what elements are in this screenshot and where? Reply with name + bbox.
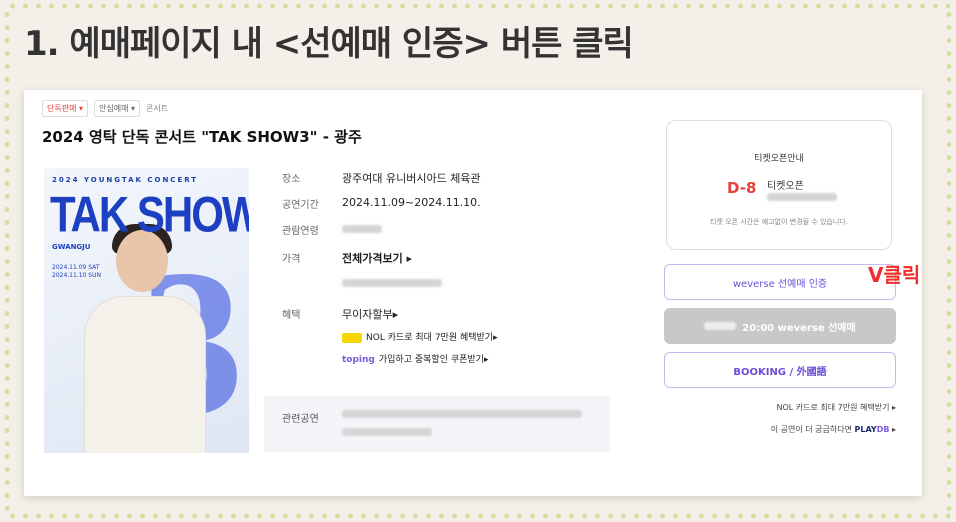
related-title-blurred[interactable] bbox=[342, 410, 582, 418]
nol-benefit-text: NOL 카드로 최대 7만원 혜택받기▸ bbox=[366, 333, 498, 343]
nol-benefit-link[interactable]: NOL 카드로 최대 7만원 혜택받기▸ bbox=[342, 330, 498, 343]
toping-text: 가입하고 중복할인 쿠폰받기▸ bbox=[378, 355, 489, 365]
benefit-label: 혜택 bbox=[282, 310, 301, 321]
breadcrumb: 단독판매 ▾ 안심예매 ▾ 콘서트 bbox=[42, 100, 168, 117]
presale-button-label: 20:00 weverse 선예매 bbox=[742, 322, 856, 334]
related-label: 관련공연 bbox=[282, 414, 319, 425]
related-date-blurred bbox=[342, 428, 432, 436]
poster-concert-text: 2024 YOUNGTAK CONCERT bbox=[52, 176, 199, 184]
dotted-border-top bbox=[6, 3, 950, 9]
weverse-presale-button[interactable]: 20:00 weverse 선예매 bbox=[664, 308, 896, 344]
playdb-logo-db: DB bbox=[876, 425, 890, 434]
related-performance-box: 관련공연 bbox=[264, 396, 610, 452]
age-value-blurred bbox=[342, 222, 382, 235]
concert-poster: 3 2024 YOUNGTAK CONCERT TAK SHOW GWANGJU… bbox=[44, 168, 249, 453]
ticket-open-header: 티켓오픈안내 bbox=[754, 154, 804, 164]
safe-booking-pill[interactable]: 안심예매 ▾ bbox=[94, 100, 140, 117]
page-title: 2024 영탁 단독 콘서트 "TAK SHOW3" - 광주 bbox=[42, 128, 362, 146]
ticket-open-notice: 티켓 오픈 시간은 예고없이 변경될 수 있습니다. bbox=[710, 218, 848, 226]
view-all-prices-link[interactable]: 전체가격보기 ▸ bbox=[342, 250, 412, 266]
nol-card-benefit-link[interactable]: NOL 카드로 최대 7만원 혜택받기 ▸ bbox=[776, 402, 896, 413]
tutorial-heading: 1. 예매페이지 내 <선예매 인증> 버튼 클릭 bbox=[24, 24, 634, 64]
venue-value[interactable]: 광주여대 유니버시아드 체육관 bbox=[342, 170, 481, 186]
ticket-open-date-blurred bbox=[767, 193, 837, 201]
poster-date-1: 2024.11.09 SAT bbox=[52, 264, 100, 271]
dotted-border-bottom bbox=[6, 513, 950, 519]
poster-city: GWANGJU bbox=[52, 243, 91, 251]
ticket-open-box: 티켓오픈안내 D-8 티켓오픈 티켓 오픈 시간은 예고없이 변경될 수 있습니… bbox=[666, 120, 892, 250]
ticket-open-label: 티켓오픈 bbox=[767, 181, 804, 192]
playdb-prefix: 이 공연이 더 궁금하다면 bbox=[770, 425, 852, 434]
price-label: 가격 bbox=[282, 254, 301, 265]
price-detail-blurred bbox=[342, 276, 442, 289]
playdb-link[interactable]: 이 공연이 더 궁금하다면 PLAYDB ▸ bbox=[771, 424, 896, 435]
dday-counter: D-8 bbox=[727, 179, 757, 197]
click-annotation: V클릭 bbox=[868, 263, 921, 287]
playdb-logo-play: PLAY bbox=[854, 425, 877, 434]
period-value: 2024.11.09~2024.11.10. bbox=[342, 196, 481, 209]
category-label[interactable]: 콘서트 bbox=[146, 103, 168, 114]
dotted-border-right bbox=[946, 8, 952, 514]
poster-title: TAK SHOW bbox=[50, 186, 249, 243]
toping-coupon-link[interactable]: toping 가입하고 중복할인 쿠폰받기▸ bbox=[342, 352, 488, 365]
dotted-border-left bbox=[4, 8, 10, 514]
toping-brand: toping bbox=[342, 355, 375, 365]
playdb-arrow: ▸ bbox=[891, 425, 896, 434]
booking-foreign-button[interactable]: BOOKING / 外國語 bbox=[664, 352, 896, 388]
product-detail-card: 단독판매 ▾ 안심예매 ▾ 콘서트 2024 영탁 단독 콘서트 "TAK SH… bbox=[24, 90, 922, 496]
exclusive-sale-pill[interactable]: 단독판매 ▾ bbox=[42, 100, 88, 117]
period-label: 공연기간 bbox=[282, 200, 319, 211]
poster-person-body bbox=[84, 296, 206, 453]
nol-icon bbox=[342, 332, 362, 343]
playdb-logo: PLAYDB bbox=[855, 425, 890, 434]
interest-free-link[interactable]: 무이자할부▸ bbox=[342, 306, 398, 322]
venue-label: 장소 bbox=[282, 174, 301, 185]
presale-date-blurred bbox=[704, 322, 737, 330]
weverse-presale-verify-button[interactable]: weverse 선예매 인증 bbox=[664, 264, 896, 300]
age-label: 관람연령 bbox=[282, 226, 319, 237]
poster-date-2: 2024.11.10 SUN bbox=[52, 272, 101, 279]
